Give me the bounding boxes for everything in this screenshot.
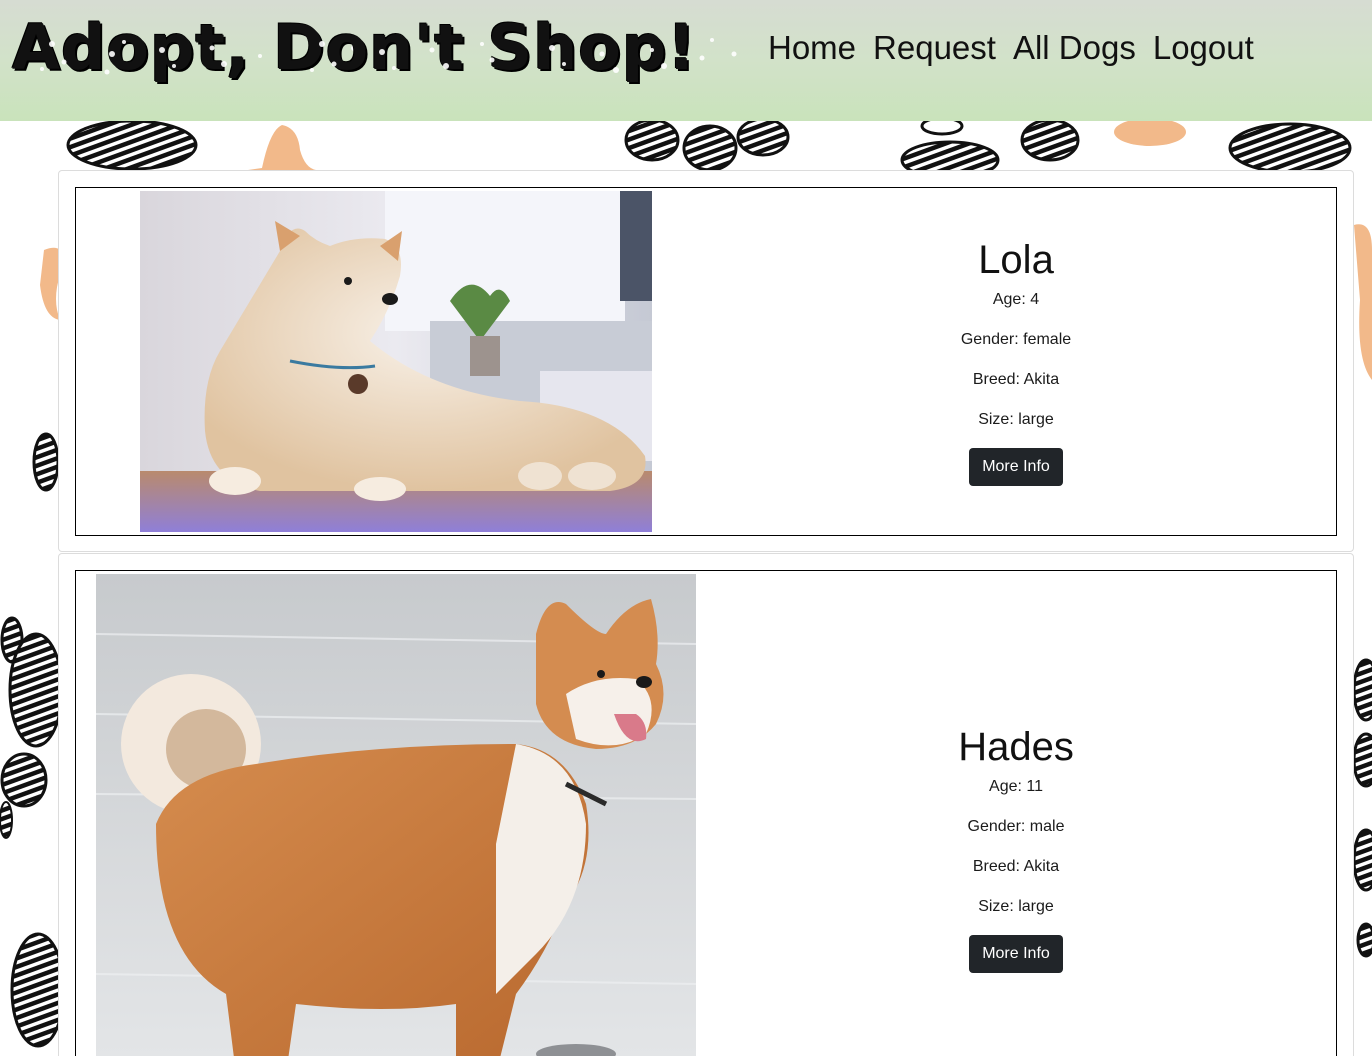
dog-card-body: Lola Age: 4 Gender: female Breed: Akita … <box>75 187 1337 536</box>
dog-size: Size: large <box>978 898 1054 915</box>
dog-age: Age: 4 <box>992 291 1040 308</box>
dog-gender: Gender: female <box>960 331 1072 348</box>
dog-breed: Breed: Akita <box>972 858 1060 875</box>
dog-card: Lola Age: 4 Gender: female Breed: Akita … <box>58 170 1354 552</box>
nav-logout-link[interactable]: Logout <box>1153 26 1254 70</box>
dog-age: Age: 11 <box>989 778 1043 795</box>
dog-info: Lola Age: 4 Gender: female Breed: Akita … <box>876 236 1156 486</box>
dog-photo-lola <box>140 191 652 532</box>
dog-card-body: Hades Age: 11 Gender: male Breed: Akita … <box>75 570 1337 1056</box>
dog-gender: Gender: male <box>967 818 1065 835</box>
more-info-button[interactable]: More Info <box>969 448 1063 486</box>
dog-card: Hades Age: 11 Gender: male Breed: Akita … <box>58 553 1354 1056</box>
site-header: Adopt, Don't Shop! Home Request All Dogs… <box>0 0 1372 121</box>
dog-breed: Breed: Akita <box>972 371 1060 388</box>
more-info-button[interactable]: More Info <box>969 935 1063 973</box>
dog-name: Lola <box>978 238 1054 282</box>
nav-all-dogs-link[interactable]: All Dogs <box>1013 26 1136 70</box>
nav-home-link[interactable]: Home <box>768 26 856 70</box>
brand-title[interactable]: Adopt, Don't Shop! <box>12 10 697 86</box>
dog-info: Hades Age: 11 Gender: male Breed: Akita … <box>876 723 1156 973</box>
dog-photo-hades <box>96 574 696 1056</box>
main-nav: Home Request All Dogs Logout <box>768 26 1271 70</box>
nav-request-link[interactable]: Request <box>873 26 996 70</box>
dog-size: Size: large <box>978 411 1054 428</box>
dog-name: Hades <box>958 725 1074 769</box>
